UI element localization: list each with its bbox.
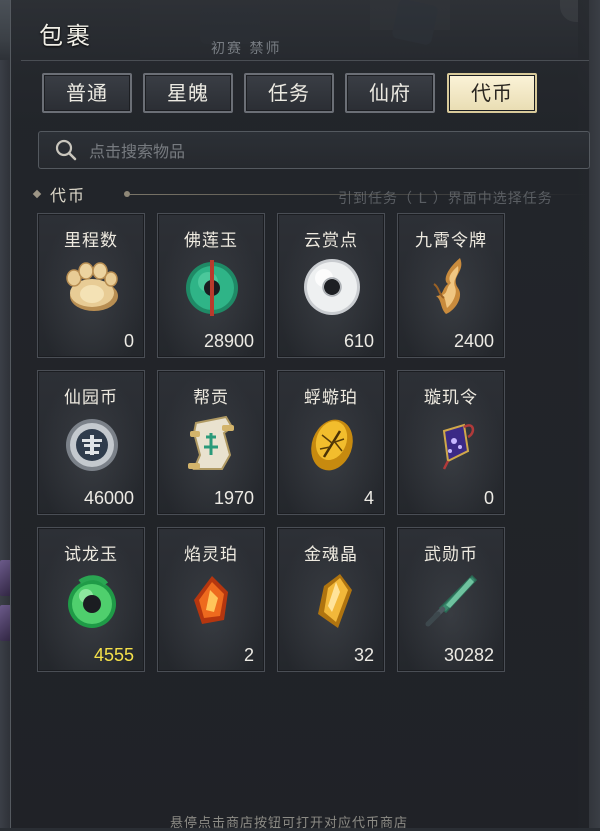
currency-item[interactable]: 武勋币 30282 — [397, 527, 505, 672]
background-faded-text: 初赛 禁师 — [211, 41, 282, 57]
item-count: 2400 — [453, 331, 494, 351]
item-count: 46000 — [83, 488, 134, 508]
item-count: 32 — [353, 645, 374, 665]
jade-disc-icon — [180, 254, 244, 318]
item-name: 蜉蝣珀 — [304, 388, 358, 408]
item-count: 4 — [363, 488, 374, 508]
paw-stone-icon — [60, 254, 124, 318]
currency-item[interactable]: 帮贡 1970 — [157, 370, 265, 515]
item-name: 里程数 — [64, 231, 118, 251]
jade-blade-icon — [420, 568, 484, 632]
item-name: 帮贡 — [193, 388, 229, 408]
currency-item[interactable]: 试龙玉 4555 — [37, 527, 145, 672]
search-icon — [55, 139, 77, 161]
item-name: 璇玑令 — [424, 388, 478, 408]
currency-item[interactable]: 里程数 0 — [37, 213, 145, 358]
currency-item[interactable]: 佛莲玉 28900 — [157, 213, 265, 358]
purple-tablet-icon — [420, 411, 484, 475]
section-label: 代币 — [50, 186, 87, 205]
item-count: 610 — [343, 331, 374, 351]
white-jade-ring-icon — [300, 254, 364, 318]
currency-item[interactable]: 金魂晶 32 — [277, 527, 385, 672]
item-count: 4555 — [93, 645, 134, 665]
item-count: 1970 — [213, 488, 254, 508]
search-input[interactable] — [87, 137, 571, 165]
footer-tip: 悬停点击商店按钮可打开对应代币商店 — [169, 816, 408, 831]
title-divider — [21, 60, 589, 61]
tab-star-soul[interactable]: 星魄 — [143, 73, 233, 113]
currency-item[interactable]: 云赏点 610 — [277, 213, 385, 358]
search-bar[interactable] — [38, 131, 590, 169]
item-name: 仙园币 — [64, 388, 118, 408]
item-name: 九霄令牌 — [415, 231, 487, 251]
item-count: 0 — [483, 488, 494, 508]
item-count: 0 — [123, 331, 134, 351]
tab-normal[interactable]: 普通 — [42, 73, 132, 113]
item-name: 佛莲玉 — [184, 231, 238, 251]
item-name: 金魂晶 — [304, 545, 358, 565]
currency-item[interactable]: 九霄令牌 2400 — [397, 213, 505, 358]
golden-flame-token-icon — [420, 254, 484, 318]
gold-crystal-icon — [300, 568, 364, 632]
item-count: 30282 — [443, 645, 494, 665]
background-faded-hint: 引到任务（ L ）界面中选择任务 — [338, 191, 553, 207]
tab-residence[interactable]: 仙府 — [345, 73, 435, 113]
item-count: 2 — [243, 645, 254, 665]
item-name: 试龙玉 — [64, 545, 118, 565]
currency-item[interactable]: 璇玑令 0 — [397, 370, 505, 515]
item-name: 焰灵珀 — [184, 545, 238, 565]
tab-currency[interactable]: 代币 — [447, 73, 537, 113]
silver-coin-icon — [60, 411, 124, 475]
currency-item[interactable]: 蜉蝣珀 4 — [277, 370, 385, 515]
tab-quest[interactable]: 任务 — [244, 73, 334, 113]
flame-crystal-icon — [180, 568, 244, 632]
currency-item[interactable]: 焰灵珀 2 — [157, 527, 265, 672]
scroll-token-icon — [180, 411, 244, 475]
panel-title: 包裹 — [39, 22, 93, 50]
item-name: 云赏点 — [304, 231, 358, 251]
currency-item[interactable]: 仙园币 46000 — [37, 370, 145, 515]
green-dragon-jade-icon — [60, 568, 124, 632]
item-count: 28900 — [203, 331, 254, 351]
amber-insect-icon — [300, 411, 364, 475]
item-name: 武勋币 — [424, 545, 478, 565]
section-divider — [130, 194, 590, 195]
